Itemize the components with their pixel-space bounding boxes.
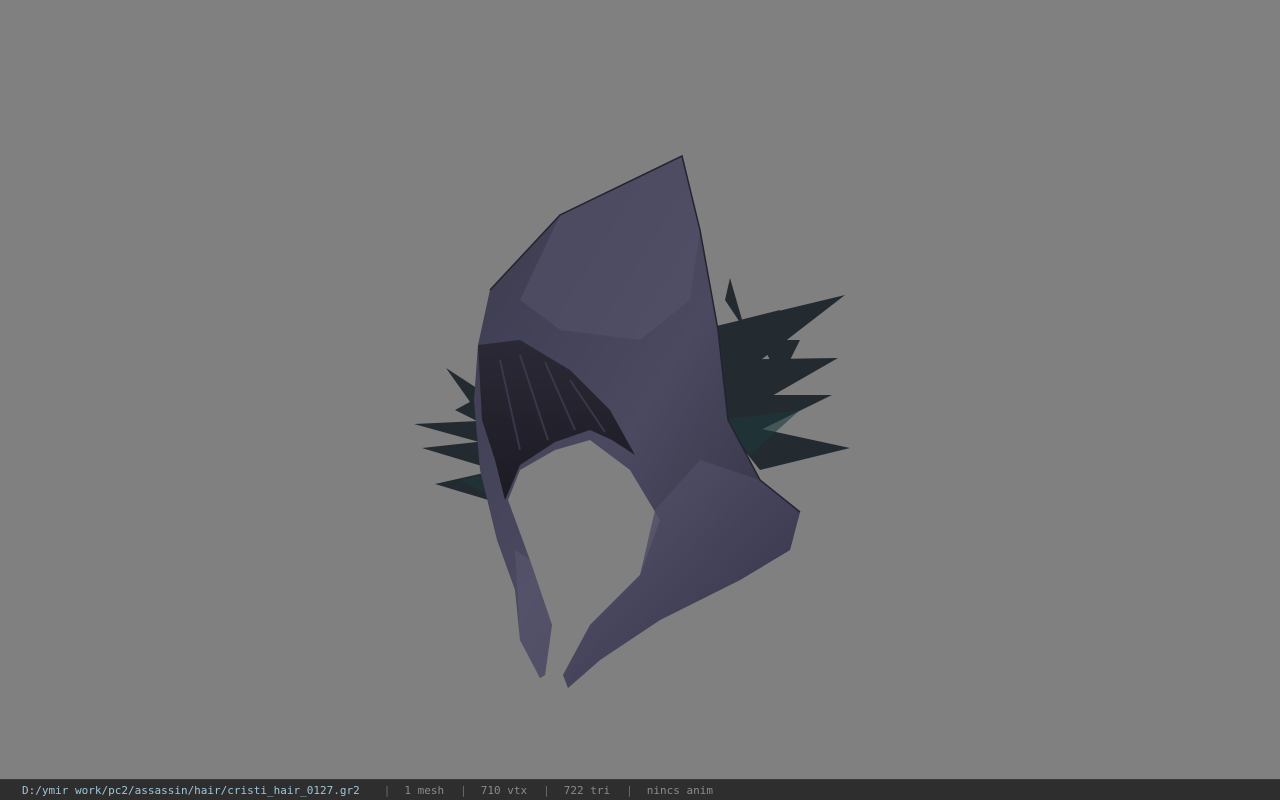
- mesh-count: 1 mesh: [404, 783, 445, 797]
- status-separator: |: [543, 783, 550, 797]
- triangle-count: 722 tri: [563, 783, 611, 797]
- animation-status: nincs anim: [646, 783, 713, 797]
- 3d-viewport[interactable]: [0, 0, 1280, 779]
- vertex-count: 710 vtx: [480, 783, 528, 797]
- status-bar: D:/ymir work/pc2/assassin/hair/cristi_ha…: [0, 779, 1280, 800]
- status-separator: |: [626, 783, 633, 797]
- status-separator: |: [460, 783, 467, 797]
- file-path: D:/ymir work/pc2/assassin/hair/cristi_ha…: [22, 783, 360, 797]
- hood-model[interactable]: [0, 0, 1280, 779]
- status-separator: |: [383, 783, 391, 797]
